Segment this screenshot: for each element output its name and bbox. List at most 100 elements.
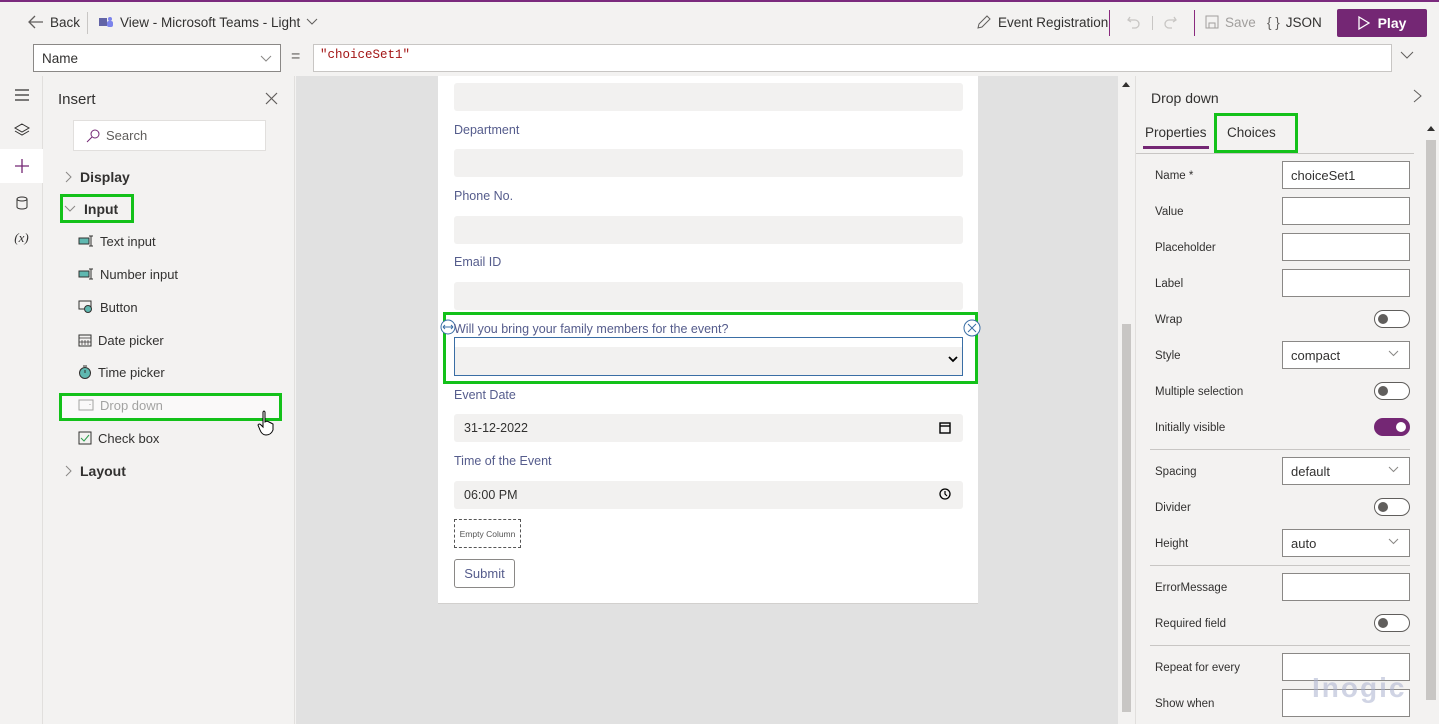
property-dropdown[interactable]: Name — [33, 44, 281, 72]
insert-number-input[interactable]: Number input — [78, 263, 178, 285]
json-button[interactable]: { } JSON — [1267, 2, 1322, 42]
insert-text-input[interactable]: Text input — [78, 230, 156, 252]
prop-label: Required field — [1155, 618, 1226, 630]
data-button[interactable] — [0, 186, 43, 220]
highlight-box — [59, 393, 282, 421]
tab-properties[interactable]: Properties — [1143, 125, 1209, 149]
canvas-scrollbar[interactable] — [1118, 76, 1134, 724]
clock-icon[interactable] — [939, 488, 951, 500]
insert-date-picker[interactable]: Date picker — [78, 329, 164, 351]
tree-view-button[interactable] — [0, 113, 43, 147]
redo-button[interactable] — [1162, 2, 1178, 42]
variable-icon: (x) — [14, 230, 29, 245]
hamburger-menu-button[interactable] — [0, 78, 43, 112]
teams-icon — [99, 17, 113, 27]
chevron-down-icon — [1388, 350, 1399, 357]
prop-label: Show when — [1155, 698, 1215, 710]
view-theme-dropdown[interactable]: View - Microsoft Teams - Light — [98, 2, 318, 42]
insert-button-control[interactable]: Button — [78, 296, 138, 318]
app-name-button[interactable]: Event Registration — [976, 2, 1108, 42]
initially-visible-toggle[interactable] — [1374, 418, 1410, 436]
variables-button[interactable]: (x) — [0, 221, 43, 255]
field-label: Event Date — [454, 388, 516, 402]
previous-field-input[interactable] — [454, 83, 963, 111]
left-nav-rail: (x) — [0, 76, 43, 724]
wrap-toggle[interactable] — [1374, 310, 1410, 328]
scroll-up-icon[interactable] — [1427, 126, 1435, 131]
chevron-down-icon — [1388, 466, 1399, 473]
prop-label: Value — [1155, 206, 1184, 218]
family-members-dropdown[interactable] — [454, 337, 963, 376]
item-label: Date picker — [98, 332, 164, 348]
adaptive-card-form: Department Phone No. Email ID Will you b… — [438, 76, 981, 604]
group-layout[interactable]: Layout — [64, 459, 126, 483]
insert-check-box[interactable]: Check box — [78, 427, 159, 449]
name-field[interactable]: choiceSet1 — [1282, 161, 1410, 189]
prop-label: Name * — [1155, 170, 1194, 182]
spacing-value: default — [1291, 463, 1331, 479]
style-value: compact — [1291, 347, 1341, 363]
value-field[interactable] — [1282, 197, 1410, 225]
save-label: Save — [1225, 14, 1256, 30]
separator — [1152, 16, 1153, 30]
prop-label: Height — [1155, 538, 1189, 550]
event-time-input[interactable]: 06:00 PM — [454, 481, 963, 509]
pencil-icon — [977, 15, 991, 29]
insert-button[interactable] — [0, 149, 43, 183]
field-label: Phone No. — [454, 189, 514, 203]
height-value: auto — [1291, 535, 1317, 551]
search-placeholder: Search — [106, 128, 148, 143]
chevron-right-icon — [65, 465, 72, 477]
braces-icon: { } — [1267, 14, 1280, 30]
undo-button[interactable] — [1126, 2, 1142, 42]
scrollbar-thumb[interactable] — [1122, 324, 1131, 712]
height-dropdown[interactable]: auto — [1282, 529, 1410, 557]
email-input[interactable] — [454, 282, 963, 310]
close-icon[interactable] — [265, 92, 278, 105]
section-divider — [1150, 645, 1410, 646]
play-button[interactable]: Play — [1337, 9, 1427, 37]
checkbox-icon — [78, 431, 92, 445]
error-message-field[interactable] — [1282, 573, 1410, 601]
chevron-down-icon — [948, 356, 958, 363]
properties-scrollbar[interactable] — [1424, 126, 1438, 701]
tabs-divider — [1136, 153, 1414, 154]
multiple-selection-toggle[interactable] — [1374, 382, 1410, 400]
back-button[interactable]: Back — [28, 2, 80, 42]
department-input[interactable] — [454, 149, 963, 177]
chevron-right-icon[interactable] — [1413, 89, 1422, 103]
hamburger-icon — [14, 89, 29, 101]
item-label: Number input — [100, 266, 179, 282]
item-label: Check box — [98, 430, 160, 446]
calendar-icon — [78, 334, 92, 347]
highlight-box — [1214, 113, 1298, 153]
arrow-left-icon — [28, 15, 43, 29]
scroll-up-icon[interactable] — [1122, 82, 1130, 87]
group-display[interactable]: Display — [64, 165, 130, 189]
divider-toggle[interactable] — [1374, 498, 1410, 516]
insert-time-picker[interactable]: Time picker — [78, 361, 165, 383]
formula-input[interactable]: "choiceSet1" — [313, 44, 1392, 72]
calendar-icon[interactable] — [939, 421, 951, 434]
placeholder-field[interactable] — [1282, 233, 1410, 261]
button-icon — [78, 300, 92, 313]
search-input[interactable]: Search — [73, 120, 266, 151]
label-field[interactable] — [1282, 269, 1410, 297]
spacing-dropdown[interactable]: default — [1282, 457, 1410, 485]
required-field-toggle[interactable] — [1374, 614, 1410, 632]
separator — [87, 12, 88, 34]
empty-column-placeholder[interactable]: Empty Column — [454, 519, 521, 548]
chevron-down-icon — [306, 18, 318, 25]
event-date-input[interactable]: 31-12-2022 — [454, 414, 963, 442]
submit-button[interactable]: Submit — [454, 559, 515, 588]
prop-label: Multiple selection — [1155, 386, 1244, 398]
phone-input[interactable] — [454, 216, 963, 244]
group-label: Layout — [80, 463, 126, 479]
prop-label: Spacing — [1155, 466, 1197, 478]
style-dropdown[interactable]: compact — [1282, 341, 1410, 369]
play-label: Play — [1377, 15, 1407, 31]
delete-element-icon[interactable] — [963, 319, 981, 337]
save-button[interactable]: Save — [1205, 2, 1256, 42]
scrollbar-thumb[interactable] — [1426, 140, 1436, 700]
expand-formula-icon[interactable] — [1400, 50, 1414, 60]
